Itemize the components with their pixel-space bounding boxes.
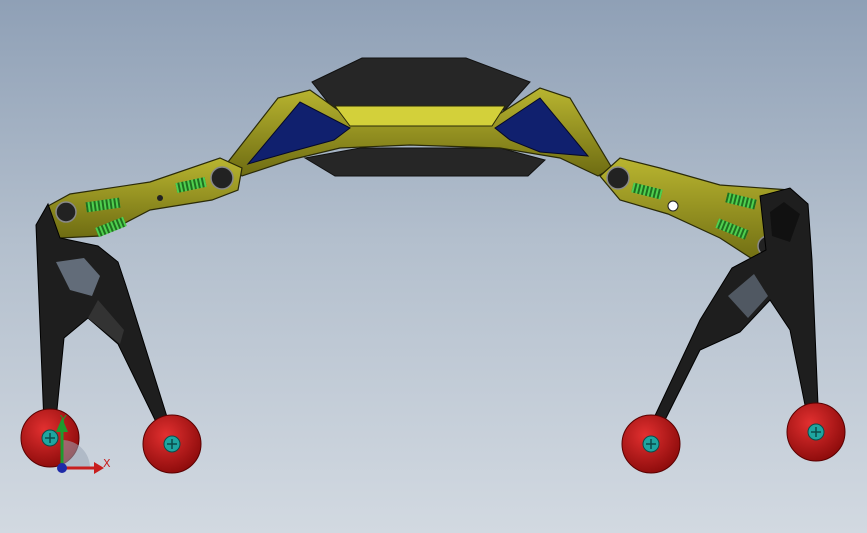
wheel-rear-left[interactable] [142,414,202,474]
joint-bolt [55,201,77,223]
wheels[interactable] [20,402,846,474]
triad-x-label: X [103,457,111,470]
coordinate-triad-icon [56,418,104,474]
robot-model[interactable] [0,0,867,533]
joint-bolt [210,166,234,190]
joint-bolt [606,166,630,190]
left-leg[interactable] [35,202,169,427]
triad-y-label: Y [60,413,67,426]
wheel-rear-right[interactable] [786,402,846,462]
cad-viewport[interactable]: X Y [0,0,867,533]
left-arm[interactable] [43,157,243,239]
z-axis-dot-icon [57,463,67,473]
wheel-front-right[interactable] [621,414,681,474]
